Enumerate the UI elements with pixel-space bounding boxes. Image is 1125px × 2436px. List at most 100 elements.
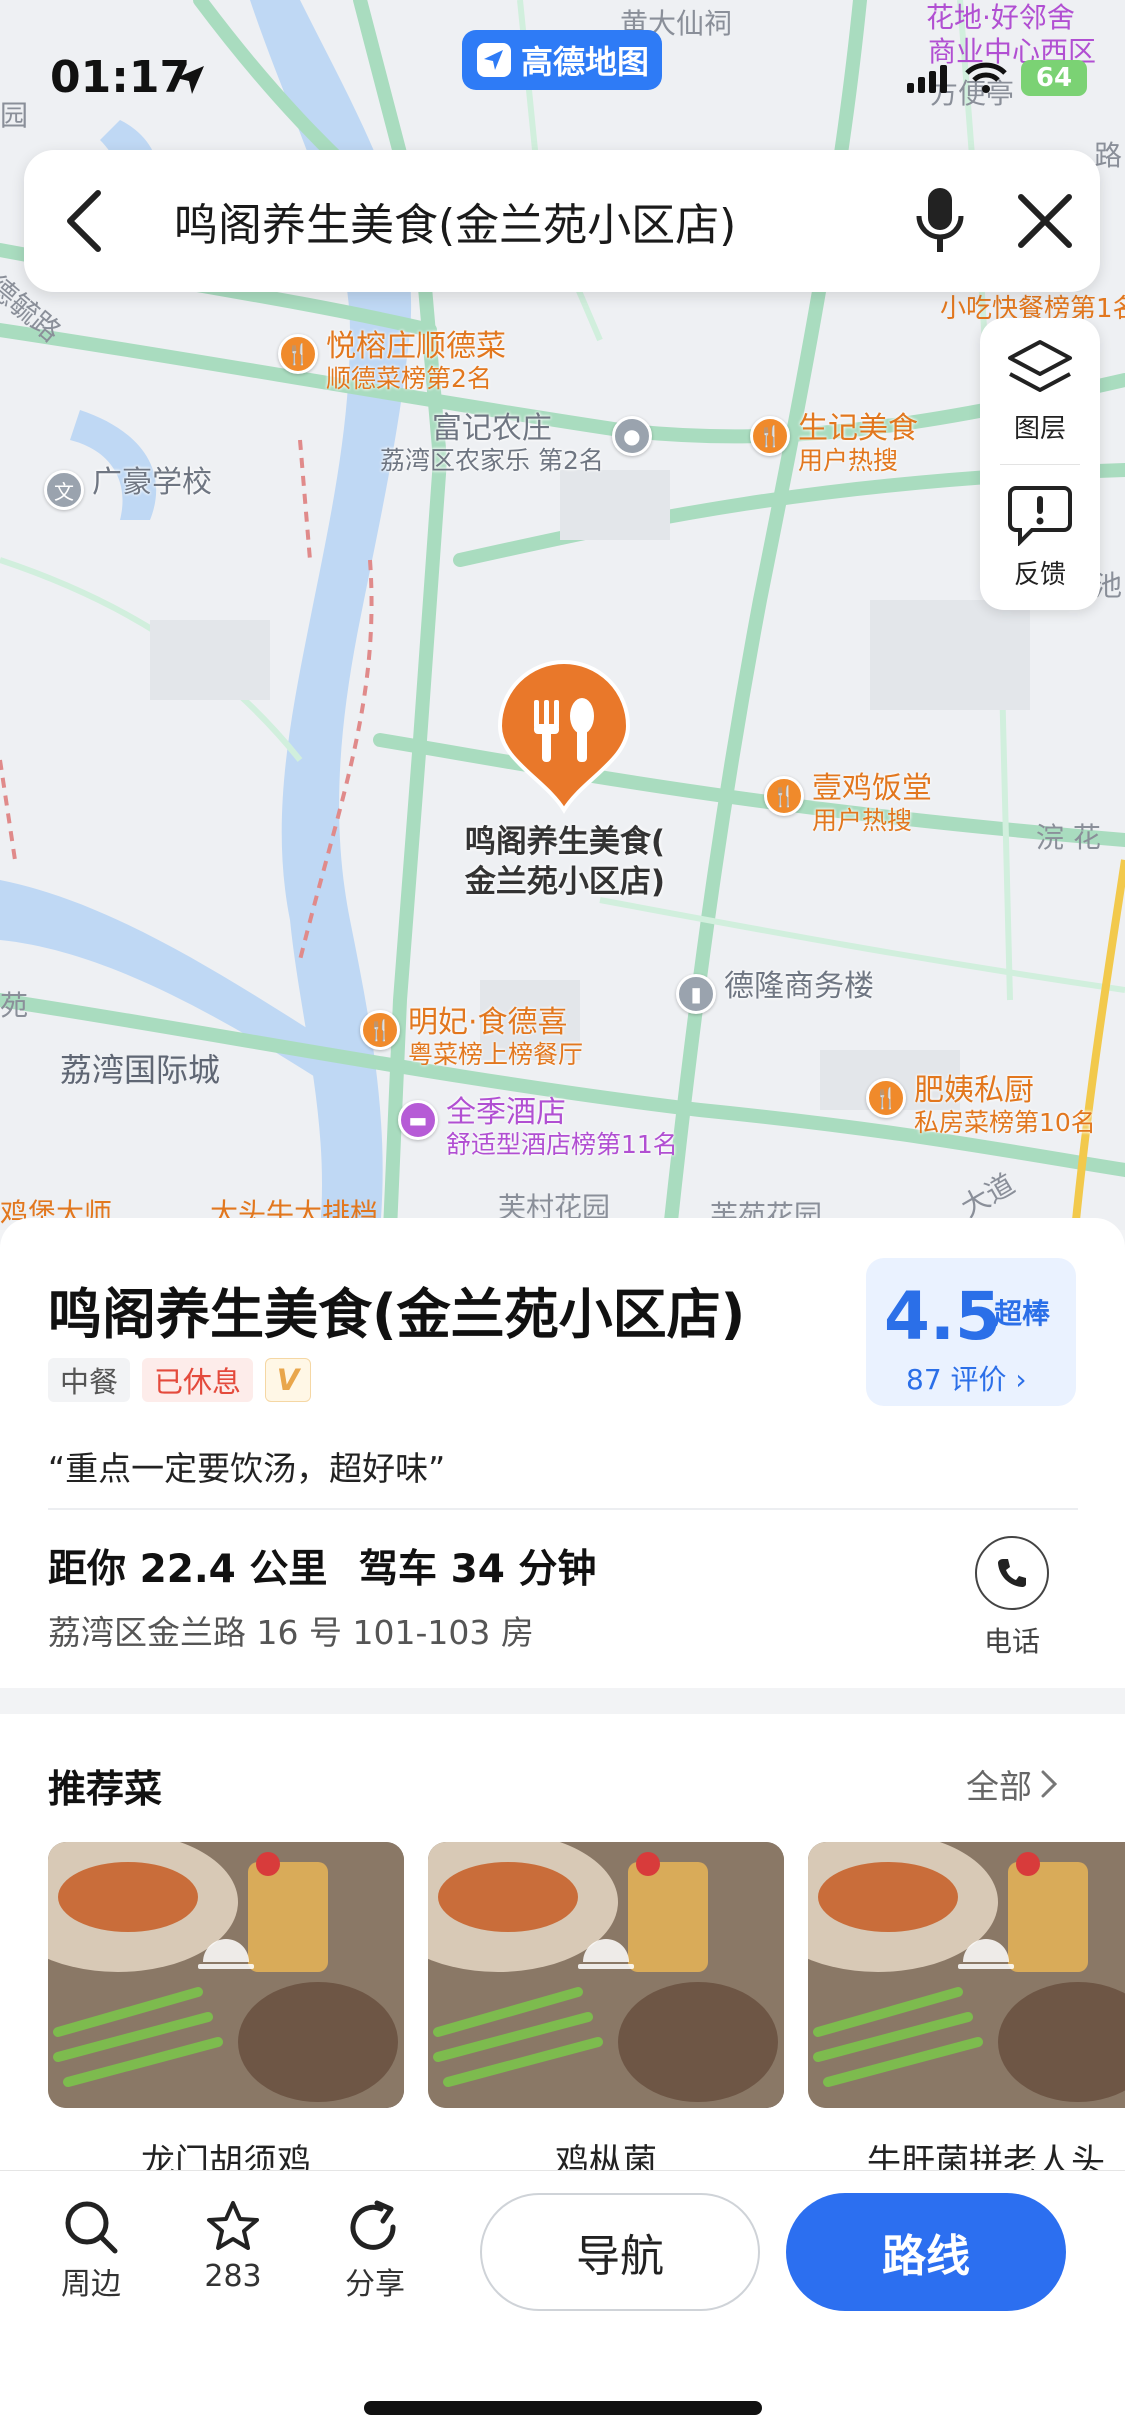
search-bar[interactable]: 鸣阁养生美食(金兰苑小区店) [24, 150, 1100, 292]
share-icon [350, 2200, 396, 2250]
place-tags: 中餐 已休息 V [48, 1358, 312, 1402]
see-all-label: 全部 [966, 1767, 1032, 1806]
address: 荔湾区金兰路 16 号 101-103 房 [48, 1613, 534, 1652]
poi-name: 全季酒店 [446, 1095, 566, 1130]
rating-box[interactable]: 4.5 超棒 87 评价 › [866, 1258, 1076, 1406]
share-button[interactable]: 分享 [320, 2199, 430, 2303]
poi-fuji[interactable]: ● 富记农庄 荔湾区农家乐 第2名 [380, 411, 652, 475]
dish-name: 龙门胡须鸡 [141, 2142, 311, 2174]
favorites-count: 283 [204, 2259, 262, 2294]
poi-mingfei[interactable]: 🍴 明妃·食德喜 粤菜榜上榜餐厅 [360, 1005, 584, 1069]
drive-prefix: 驾车 [358, 1547, 437, 1592]
dish-card[interactable]: 龙门胡须鸡 [48, 1842, 404, 2174]
feedback-label: 反馈 [1013, 559, 1066, 590]
rating-word: 超棒 [994, 1297, 1051, 1330]
back-button[interactable] [24, 150, 144, 292]
pin-label-line: 鸣阁养生美食( [464, 824, 666, 860]
poi-name: 生记美食 [798, 411, 918, 446]
dish-photo [48, 1842, 404, 2108]
dish-photo [428, 1842, 784, 2108]
status-icons: 64 [907, 60, 1087, 96]
route-button[interactable]: 路线 [786, 2193, 1066, 2311]
layers-icon [1008, 339, 1072, 392]
fork-knife-icon: 🍴 [866, 1078, 906, 1118]
fork-knife-icon: 🍴 [278, 334, 318, 374]
home-indicator [364, 2401, 762, 2415]
chevron-right-icon [1041, 1770, 1058, 1798]
phone-button[interactable]: 电话 [964, 1536, 1060, 1676]
voice-search-button[interactable] [890, 150, 990, 292]
poi-name: 富记农庄 [431, 411, 552, 446]
category-tag: 中餐 [48, 1358, 131, 1402]
dish-list: 龙门胡须鸡 鸡枞菌 牛肝菌拼老人头 [48, 1842, 1125, 2174]
poi-quanji[interactable]: ▬ 全季酒店 舒适型酒店榜第11名 [398, 1095, 678, 1159]
layers-label: 图层 [1013, 413, 1066, 444]
status-bar: 01:17 高德地图 64 [0, 0, 1125, 150]
poi-name: 广豪学校 [92, 465, 212, 500]
phone-icon [975, 1536, 1049, 1610]
location-pin-icon: ● [611, 416, 652, 456]
map-label: 苑 [0, 989, 29, 1022]
poi-shengji[interactable]: 🍴 生记美食 用户热搜 [750, 411, 918, 475]
poi-sub: 粤菜榜上榜餐厅 [408, 1039, 584, 1069]
poi-name: 壹鸡饭堂 [812, 771, 932, 806]
nearby-button[interactable]: 周边 [36, 2199, 146, 2303]
selected-place-label: 鸣阁养生美食( 金兰苑小区店) [440, 822, 690, 903]
selected-place-pin[interactable] [494, 660, 634, 820]
close-button[interactable] [990, 150, 1100, 292]
share-label: 分享 [345, 2267, 405, 2302]
poi-yuerong[interactable]: 🍴 悦榕庄顺德菜 顺德菜榜第2名 [278, 329, 506, 393]
fork-knife-icon: 🍴 [764, 776, 804, 816]
poi-yiji[interactable]: 🍴 壹鸡饭堂 用户热搜 [764, 771, 932, 835]
map-label: 浣 花 [1036, 821, 1101, 854]
distance-info: 距你 22.4 公里 驾车 34 分钟 [48, 1538, 596, 1594]
fork-knife-icon: 🍴 [360, 1010, 400, 1050]
dish-photo [808, 1842, 1125, 2108]
status-time: 01:17 [50, 52, 191, 103]
dish-name: 鸡枞菌 [555, 2142, 657, 2174]
place-info-card: 鸣阁养生美食(金兰苑小区店) 中餐 已休息 V 4.5 超棒 87 评价 › “… [0, 1218, 1125, 1688]
search-input[interactable]: 鸣阁养生美食(金兰苑小区店) [144, 189, 890, 253]
app-badge[interactable]: 高德地图 [462, 30, 662, 90]
poi-feiyi[interactable]: 🍴 肥姨私厨 私房菜榜第10名 [866, 1073, 1096, 1137]
poi-sub: 用户热搜 [798, 445, 899, 475]
poi-sub: 舒适型酒店榜第11名 [446, 1129, 678, 1159]
verified-badge: V [265, 1358, 312, 1402]
pin-label-line: 金兰苑小区店) [464, 864, 666, 901]
search-icon [65, 2201, 118, 2254]
navigate-button[interactable]: 导航 [480, 2193, 760, 2311]
distance-prefix: 距你 [48, 1547, 127, 1592]
review-count-link[interactable]: 87 评价 › [906, 1358, 1027, 1398]
school-icon: 文 [44, 470, 84, 510]
signal-icon [907, 65, 947, 93]
poi-sub: 私房菜榜第10名 [914, 1107, 1096, 1137]
favorite-button[interactable]: 283 [178, 2199, 288, 2294]
map-tool-panel: 图层 反馈 [980, 318, 1100, 610]
place-title: 鸣阁养生美食(金兰苑小区店) [48, 1283, 746, 1346]
poi-sub: 顺德菜榜第2名 [326, 363, 492, 393]
see-all-dishes-link[interactable]: 全部 [966, 1760, 1058, 1808]
review-quote: “重点一定要饮汤，超好味” [48, 1449, 446, 1488]
poi-guanghao[interactable]: 文 广豪学校 [44, 465, 212, 510]
app-badge-label: 高德地图 [520, 43, 649, 81]
layers-button[interactable]: 图层 [980, 318, 1100, 464]
poi-name: 悦榕庄顺德菜 [326, 329, 506, 364]
section-title: 推荐菜 [48, 1767, 163, 1811]
close-icon [1018, 194, 1072, 248]
poi-sub: 用户热搜 [812, 805, 913, 835]
phone-label: 电话 [983, 1625, 1040, 1658]
location-arrow-icon [176, 66, 204, 94]
poi-delong[interactable]: ▮ 德隆商务楼 [676, 969, 874, 1014]
rating-score: 4.5 [884, 1278, 1001, 1355]
bottom-action-bar: 周边 283 分享 导航 路线 [0, 2170, 1125, 2436]
feedback-button[interactable]: 反馈 [980, 464, 1100, 610]
drive-time: 34 分钟 [450, 1547, 597, 1592]
status-badge: 已休息 [142, 1358, 254, 1402]
dish-card[interactable]: 鸡枞菌 [428, 1842, 784, 2174]
dish-card[interactable]: 牛肝菌拼老人头 [808, 1842, 1125, 2174]
map-label: 荔湾国际城 [60, 1051, 221, 1089]
poi-name: 德隆商务楼 [724, 969, 874, 1004]
star-icon [207, 2201, 259, 2250]
distance-value: 22.4 公里 [139, 1547, 328, 1592]
battery-indicator: 64 [1021, 60, 1087, 96]
